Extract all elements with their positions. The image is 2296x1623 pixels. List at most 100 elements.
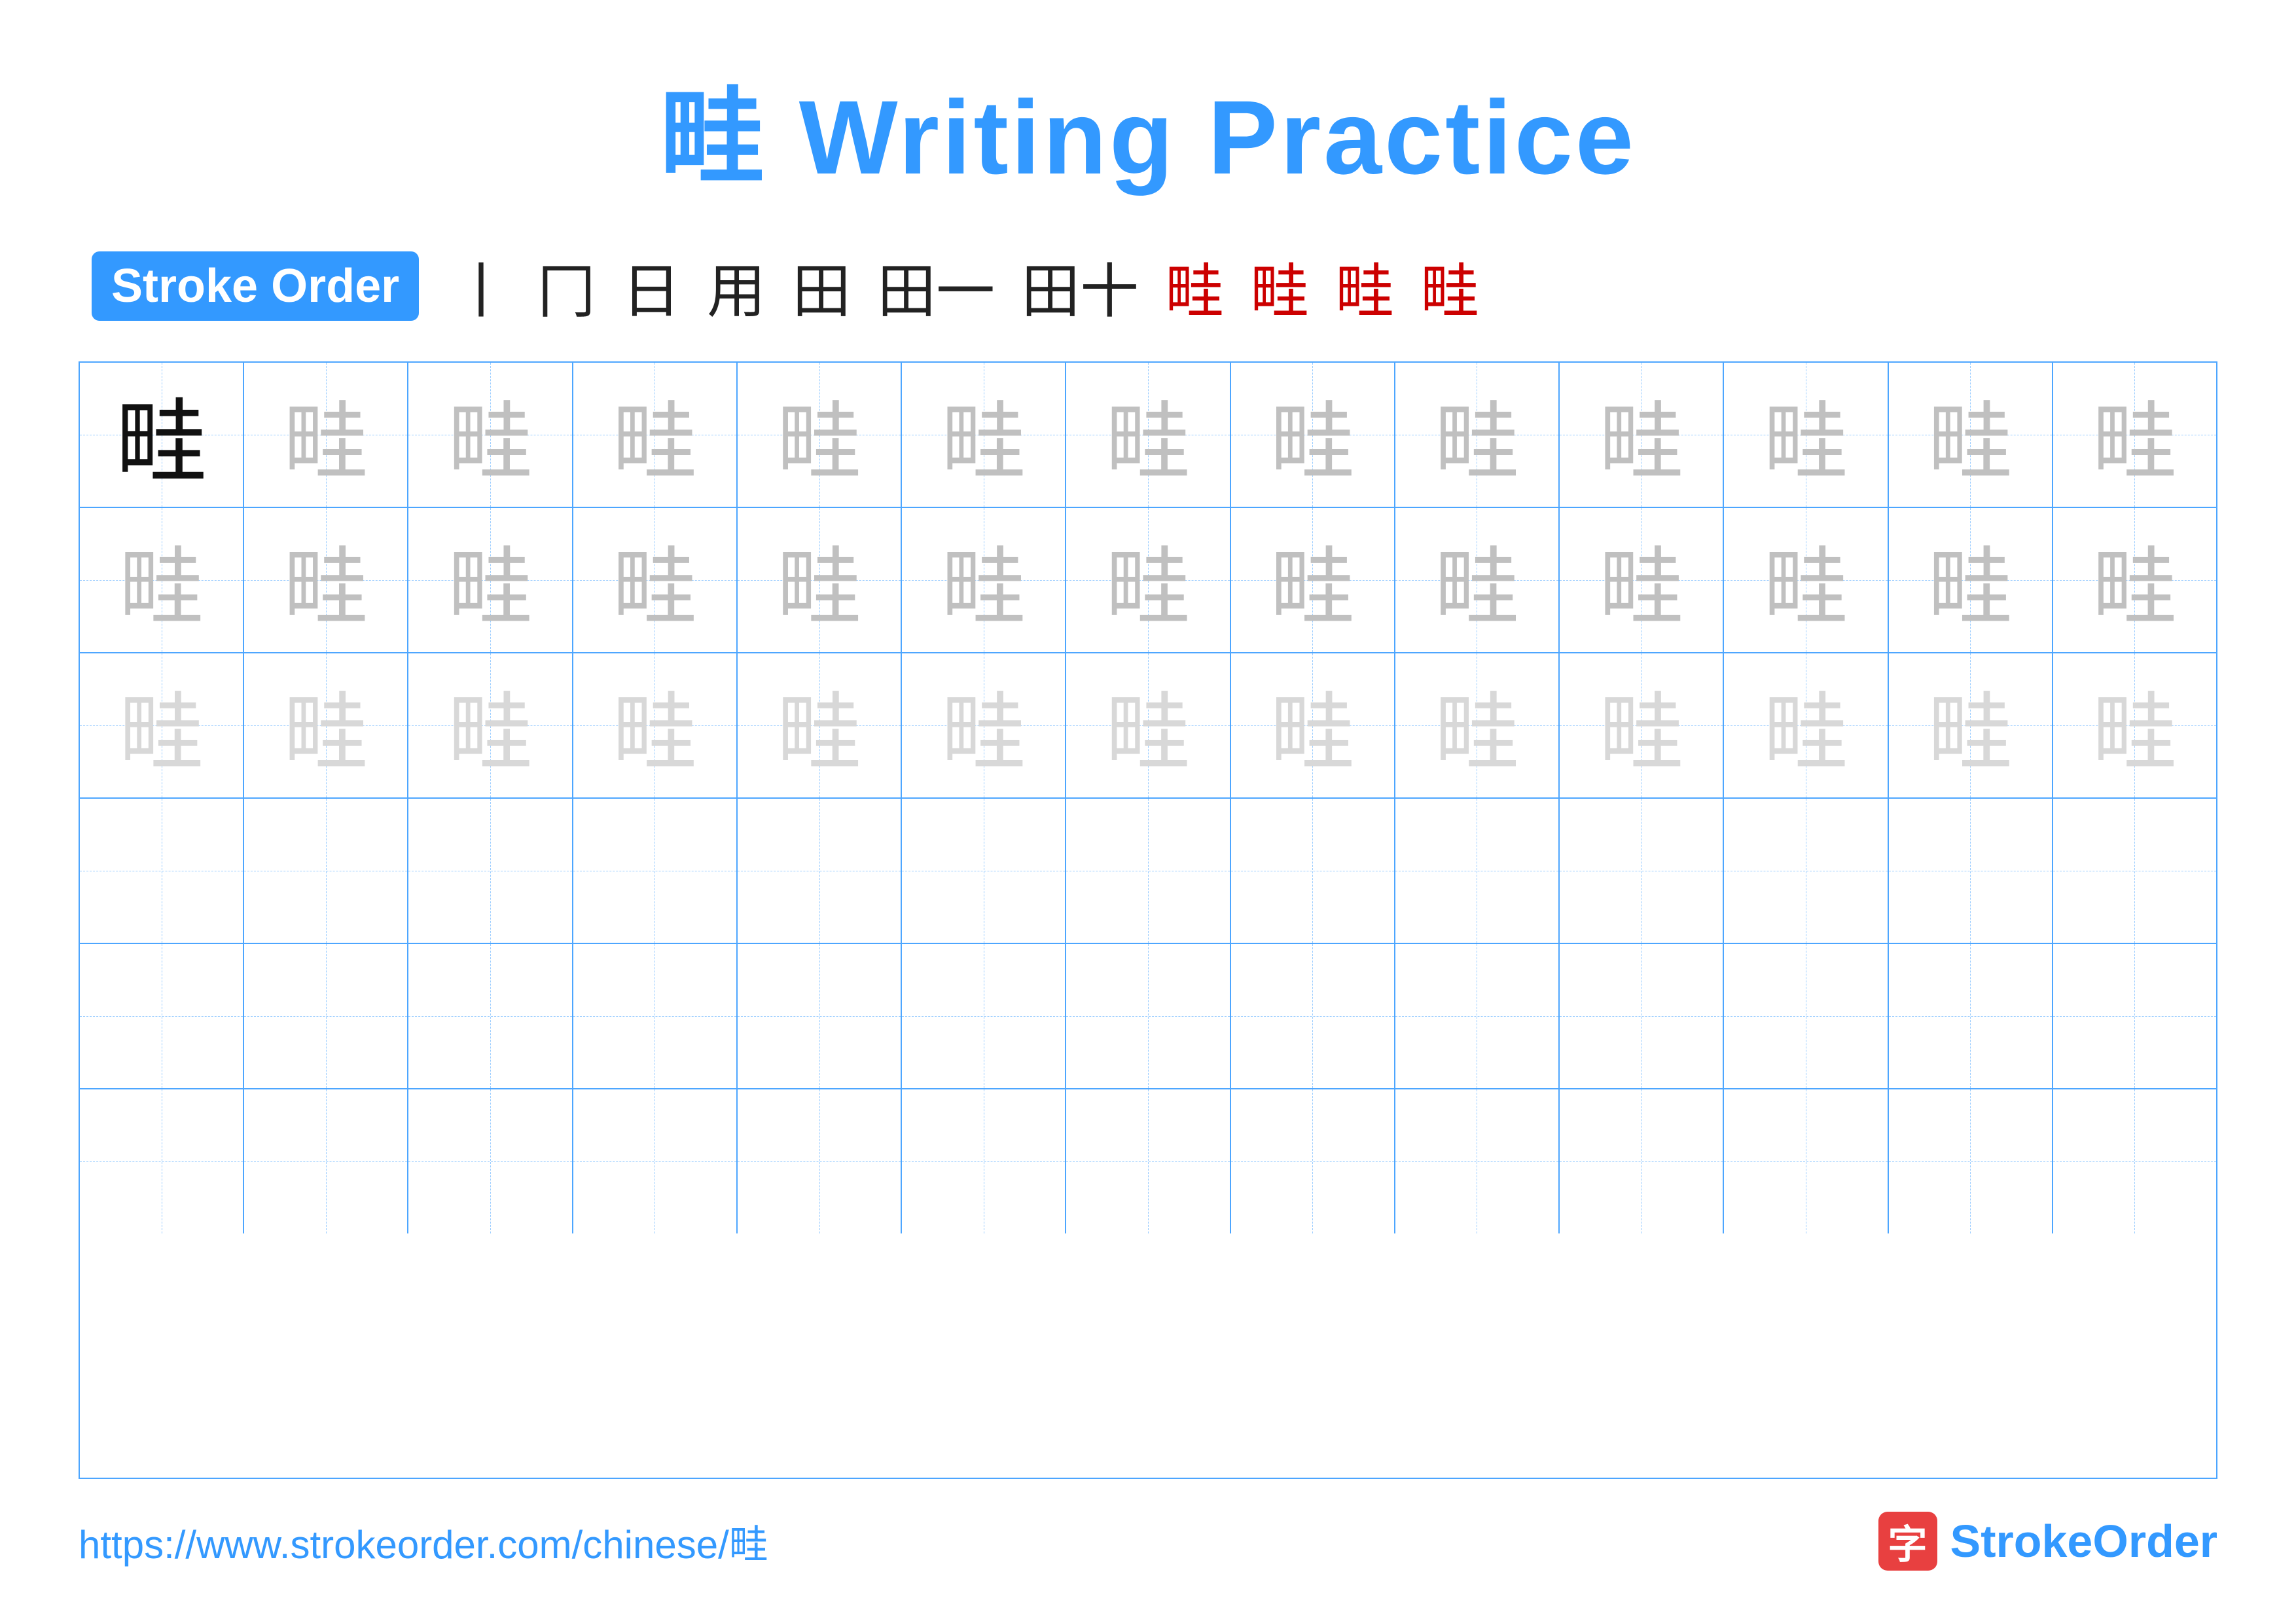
strokeorder-logo-icon: 字 [1878,1512,1937,1571]
cell-2-3[interactable]: 畦 [408,508,573,652]
stroke-10: 畦 [1335,244,1394,329]
cell-2-6[interactable]: 畦 [902,508,1066,652]
cell-5-11[interactable] [1724,944,1888,1088]
cell-4-9[interactable] [1395,799,1560,943]
cell-4-6[interactable] [902,799,1066,943]
cell-5-13[interactable] [2053,944,2216,1088]
cell-2-10[interactable]: 畦 [1560,508,1724,652]
cell-3-5[interactable]: 畦 [738,653,902,797]
stroke-8: 畦 [1165,244,1224,329]
cell-6-4[interactable] [573,1089,738,1233]
cell-5-10[interactable] [1560,944,1724,1088]
stroke-3: 日 [622,244,681,329]
grid-row-2: 畦 畦 畦 畦 畦 畦 畦 畦 畦 畦 畦 畦 畦 [80,508,2216,653]
cell-6-3[interactable] [408,1089,573,1233]
cell-1-7[interactable]: 畦 [1066,363,1230,507]
cell-2-5[interactable]: 畦 [738,508,902,652]
cell-3-6[interactable]: 畦 [902,653,1066,797]
cell-5-6[interactable] [902,944,1066,1088]
cell-1-5[interactable]: 畦 [738,363,902,507]
cell-4-11[interactable] [1724,799,1888,943]
stroke-6: 田一 [877,244,995,329]
cell-4-12[interactable] [1889,799,2053,943]
practice-grid: 畦 畦 畦 畦 畦 畦 畦 畦 畦 畦 畦 畦 畦 畦 畦 畦 畦 畦 畦 畦 … [79,361,2217,1479]
stroke-1: 丨 [452,244,511,329]
page: 畦 Writing Practice Stroke Order 丨 冂 日 用 … [0,0,2296,1623]
cell-5-12[interactable] [1889,944,2053,1088]
cell-3-2[interactable]: 畦 [244,653,408,797]
cell-2-13[interactable]: 畦 [2053,508,2216,652]
cell-3-8[interactable]: 畦 [1231,653,1395,797]
cell-5-8[interactable] [1231,944,1395,1088]
cell-4-4[interactable] [573,799,738,943]
page-title: 畦 Writing Practice [660,52,1636,204]
cell-2-4[interactable]: 畦 [573,508,738,652]
cell-1-11[interactable]: 畦 [1724,363,1888,507]
cell-2-2[interactable]: 畦 [244,508,408,652]
stroke-9: 畦 [1250,244,1309,329]
cell-6-7[interactable] [1066,1089,1230,1233]
cell-1-4[interactable]: 畦 [573,363,738,507]
stroke-2: 冂 [537,244,596,329]
cell-2-9[interactable]: 畦 [1395,508,1560,652]
cell-6-2[interactable] [244,1089,408,1233]
cell-3-11[interactable]: 畦 [1724,653,1888,797]
cell-1-3[interactable]: 畦 [408,363,573,507]
footer-url: https://www.strokeorder.com/chinese/畦 [79,1513,768,1570]
cell-6-11[interactable] [1724,1089,1888,1233]
cell-4-10[interactable] [1560,799,1724,943]
footer-logo: 字 StrokeOrder [1878,1512,2218,1571]
cell-6-1[interactable] [80,1089,244,1233]
cell-4-8[interactable] [1231,799,1395,943]
grid-row-3: 畦 畦 畦 畦 畦 畦 畦 畦 畦 畦 畦 畦 畦 [80,653,2216,799]
cell-6-13[interactable] [2053,1089,2216,1233]
footer: https://www.strokeorder.com/chinese/畦 字 … [79,1512,2217,1571]
cell-3-4[interactable]: 畦 [573,653,738,797]
cell-2-7[interactable]: 畦 [1066,508,1230,652]
stroke-order-badge: Stroke Order [92,251,419,321]
cell-1-2[interactable]: 畦 [244,363,408,507]
cell-4-2[interactable] [244,799,408,943]
cell-6-9[interactable] [1395,1089,1560,1233]
cell-3-9[interactable]: 畦 [1395,653,1560,797]
cell-6-8[interactable] [1231,1089,1395,1233]
cell-3-13[interactable]: 畦 [2053,653,2216,797]
cell-5-4[interactable] [573,944,738,1088]
cell-2-8[interactable]: 畦 [1231,508,1395,652]
cell-5-7[interactable] [1066,944,1230,1088]
cell-5-9[interactable] [1395,944,1560,1088]
cell-1-10[interactable]: 畦 [1560,363,1724,507]
cell-5-5[interactable] [738,944,902,1088]
cell-2-11[interactable]: 畦 [1724,508,1888,652]
cell-6-12[interactable] [1889,1089,2053,1233]
cell-3-3[interactable]: 畦 [408,653,573,797]
stroke-11: 畦 [1420,244,1479,329]
cell-3-7[interactable]: 畦 [1066,653,1230,797]
cell-6-10[interactable] [1560,1089,1724,1233]
cell-1-12[interactable]: 畦 [1889,363,2053,507]
cell-5-2[interactable] [244,944,408,1088]
cell-1-13[interactable]: 畦 [2053,363,2216,507]
cell-1-8[interactable]: 畦 [1231,363,1395,507]
cell-6-5[interactable] [738,1089,902,1233]
cell-5-3[interactable] [408,944,573,1088]
cell-3-1[interactable]: 畦 [80,653,244,797]
cell-2-12[interactable]: 畦 [1889,508,2053,652]
cell-1-6[interactable]: 畦 [902,363,1066,507]
cell-5-1[interactable] [80,944,244,1088]
cell-4-13[interactable] [2053,799,2216,943]
cell-4-7[interactable] [1066,799,1230,943]
cell-4-3[interactable] [408,799,573,943]
cell-6-6[interactable] [902,1089,1066,1233]
cell-3-12[interactable]: 畦 [1889,653,2053,797]
cell-1-1[interactable]: 畦 [80,363,244,507]
cell-4-1[interactable] [80,799,244,943]
cell-4-5[interactable] [738,799,902,943]
cell-2-1[interactable]: 畦 [80,508,244,652]
footer-logo-text: StrokeOrder [1950,1515,2218,1567]
cell-1-9[interactable]: 畦 [1395,363,1560,507]
grid-row-4 [80,799,2216,944]
stroke-order-row: Stroke Order 丨 冂 日 用 田 田一 田十 畦 畦 畦 畦 [79,244,2217,329]
stroke-sequence: 丨 冂 日 用 田 田一 田十 畦 畦 畦 畦 [452,244,1479,329]
cell-3-10[interactable]: 畦 [1560,653,1724,797]
